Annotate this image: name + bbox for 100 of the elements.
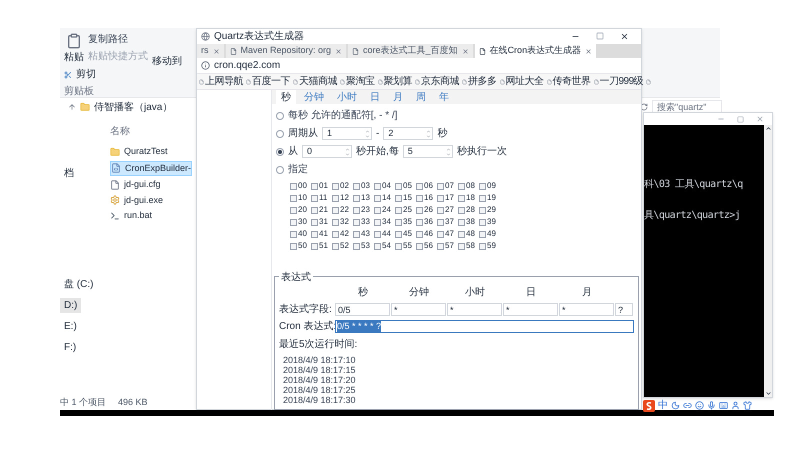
bookmark-link[interactable]: 上网导航 — [205, 74, 244, 89]
checkbox[interactable] — [374, 194, 381, 202]
checkbox[interactable] — [311, 206, 318, 214]
refresh-icon[interactable] — [640, 103, 648, 111]
checkbox[interactable] — [416, 206, 423, 214]
checkbox[interactable] — [437, 230, 444, 238]
checkbox[interactable] — [416, 194, 423, 202]
number-spinner[interactable]: 5 — [402, 145, 453, 158]
expression-field[interactable]: * — [559, 303, 614, 316]
checkbox[interactable] — [416, 218, 423, 226]
column-header[interactable]: 名称 — [110, 124, 130, 139]
checkbox[interactable] — [395, 230, 402, 238]
checkbox[interactable] — [395, 218, 402, 226]
checkbox[interactable] — [458, 194, 465, 202]
ime-logo-icon[interactable] — [643, 400, 655, 412]
moon-icon[interactable] — [671, 401, 680, 410]
maximize-icon[interactable] — [737, 116, 744, 122]
checkbox[interactable] — [332, 218, 339, 226]
time-unit-tab[interactable]: 日 — [365, 90, 385, 104]
checkbox[interactable] — [437, 242, 444, 250]
checkbox[interactable] — [416, 230, 423, 238]
expression-field[interactable]: * — [391, 303, 446, 316]
expression-field[interactable]: 0/5 — [335, 303, 390, 316]
file-item[interactable]: run.bat — [110, 209, 152, 222]
checkbox[interactable] — [374, 182, 381, 190]
checkbox[interactable] — [437, 218, 444, 226]
checkbox[interactable] — [311, 242, 318, 250]
ime-mode-button[interactable]: 中 — [658, 398, 668, 413]
checkbox[interactable] — [458, 242, 465, 250]
breadcrumb-item[interactable]: 侍智播客（java） — [94, 100, 172, 114]
checkbox[interactable] — [479, 242, 486, 250]
nav-item[interactable]: D:) — [60, 298, 82, 313]
info-icon[interactable] — [201, 61, 210, 70]
checkbox[interactable] — [332, 182, 339, 190]
bookmark-link[interactable]: 京东商城 — [421, 74, 460, 89]
checkbox[interactable] — [290, 206, 297, 214]
checkbox[interactable] — [311, 230, 318, 238]
number-spinner[interactable]: 1 — [322, 127, 372, 140]
checkbox[interactable] — [353, 242, 360, 250]
file-item[interactable]: QuratzTest — [110, 145, 168, 158]
radio-button[interactable] — [276, 166, 284, 174]
checkbox[interactable] — [332, 206, 339, 214]
checkbox[interactable] — [290, 182, 297, 190]
checkbox[interactable] — [290, 230, 297, 238]
move-to-button[interactable]: 移动到 — [152, 54, 182, 69]
checkbox[interactable] — [353, 230, 360, 238]
checkbox[interactable] — [311, 218, 318, 226]
address-field[interactable]: cron.qqe2.com — [214, 58, 280, 73]
bookmark-link[interactable]: 网址大全 — [506, 74, 544, 89]
checkbox[interactable] — [353, 206, 360, 214]
radio-button[interactable] — [276, 112, 284, 120]
radio-button[interactable] — [276, 130, 284, 138]
close-icon[interactable] — [620, 32, 629, 41]
copy-path-button[interactable]: 复制路径 — [88, 32, 148, 47]
scroll-down-icon[interactable] — [764, 390, 772, 397]
checkbox[interactable] — [437, 182, 444, 190]
time-unit-tab[interactable]: 小时 — [332, 90, 362, 104]
bookmark-link[interactable]: 拼多多 — [468, 74, 498, 89]
smiley-icon[interactable] — [695, 401, 704, 410]
checkbox[interactable] — [353, 182, 360, 190]
bookmark-link[interactable]: 百度一下 — [252, 74, 291, 89]
browser-tab[interactable]: rs — [197, 44, 224, 58]
checkbox[interactable] — [479, 182, 486, 190]
time-unit-tab[interactable]: 年 — [434, 90, 454, 104]
browser-tab[interactable]: 在线Cron表达式生成器 — [474, 44, 596, 58]
radio-button[interactable] — [276, 148, 284, 156]
checkbox[interactable] — [311, 194, 318, 202]
checkbox[interactable] — [290, 242, 297, 250]
checkbox[interactable] — [332, 242, 339, 250]
shirt-icon[interactable] — [743, 401, 752, 410]
maximize-icon[interactable] — [596, 32, 604, 40]
checkbox[interactable] — [332, 230, 339, 238]
nav-item[interactable]: F:) — [60, 340, 80, 355]
checkbox[interactable] — [479, 206, 486, 214]
bookmark-link[interactable]: 聚划算 — [384, 74, 413, 89]
paste-button[interactable]: 粘贴 — [64, 50, 84, 65]
checkbox[interactable] — [437, 206, 444, 214]
checkbox[interactable] — [374, 230, 381, 238]
cron-expression-field[interactable]: 0/5 * * * * ? — [335, 320, 634, 333]
number-spinner[interactable]: 0 — [302, 145, 352, 158]
browser-tab[interactable]: core表达式工具_百度知 — [348, 44, 473, 58]
browser-tab[interactable]: Maven Repository: org — [226, 44, 346, 58]
keyboard-icon[interactable] — [719, 401, 728, 410]
checkbox[interactable] — [311, 182, 318, 190]
checkbox[interactable] — [416, 182, 423, 190]
checkbox[interactable] — [479, 230, 486, 238]
time-unit-tab[interactable]: 分钟 — [299, 90, 329, 104]
time-unit-tab[interactable]: 周 — [411, 90, 431, 104]
checkbox[interactable] — [437, 194, 444, 202]
nav-item[interactable]: 盘 (C:) — [60, 277, 98, 292]
number-spinner[interactable]: 2 — [383, 127, 434, 140]
scroll-up-icon[interactable] — [764, 125, 772, 132]
punctuation-icon[interactable] — [683, 401, 692, 410]
checkbox[interactable] — [395, 242, 402, 250]
file-item[interactable]: CronExpBuilder- — [110, 160, 192, 176]
checkbox[interactable] — [395, 194, 402, 202]
up-arrow-icon[interactable] — [68, 103, 76, 111]
checkbox[interactable] — [458, 230, 465, 238]
bookmark-link[interactable]: 一刀999级 — [600, 74, 644, 89]
file-item[interactable]: jd-gui.exe — [110, 194, 164, 207]
